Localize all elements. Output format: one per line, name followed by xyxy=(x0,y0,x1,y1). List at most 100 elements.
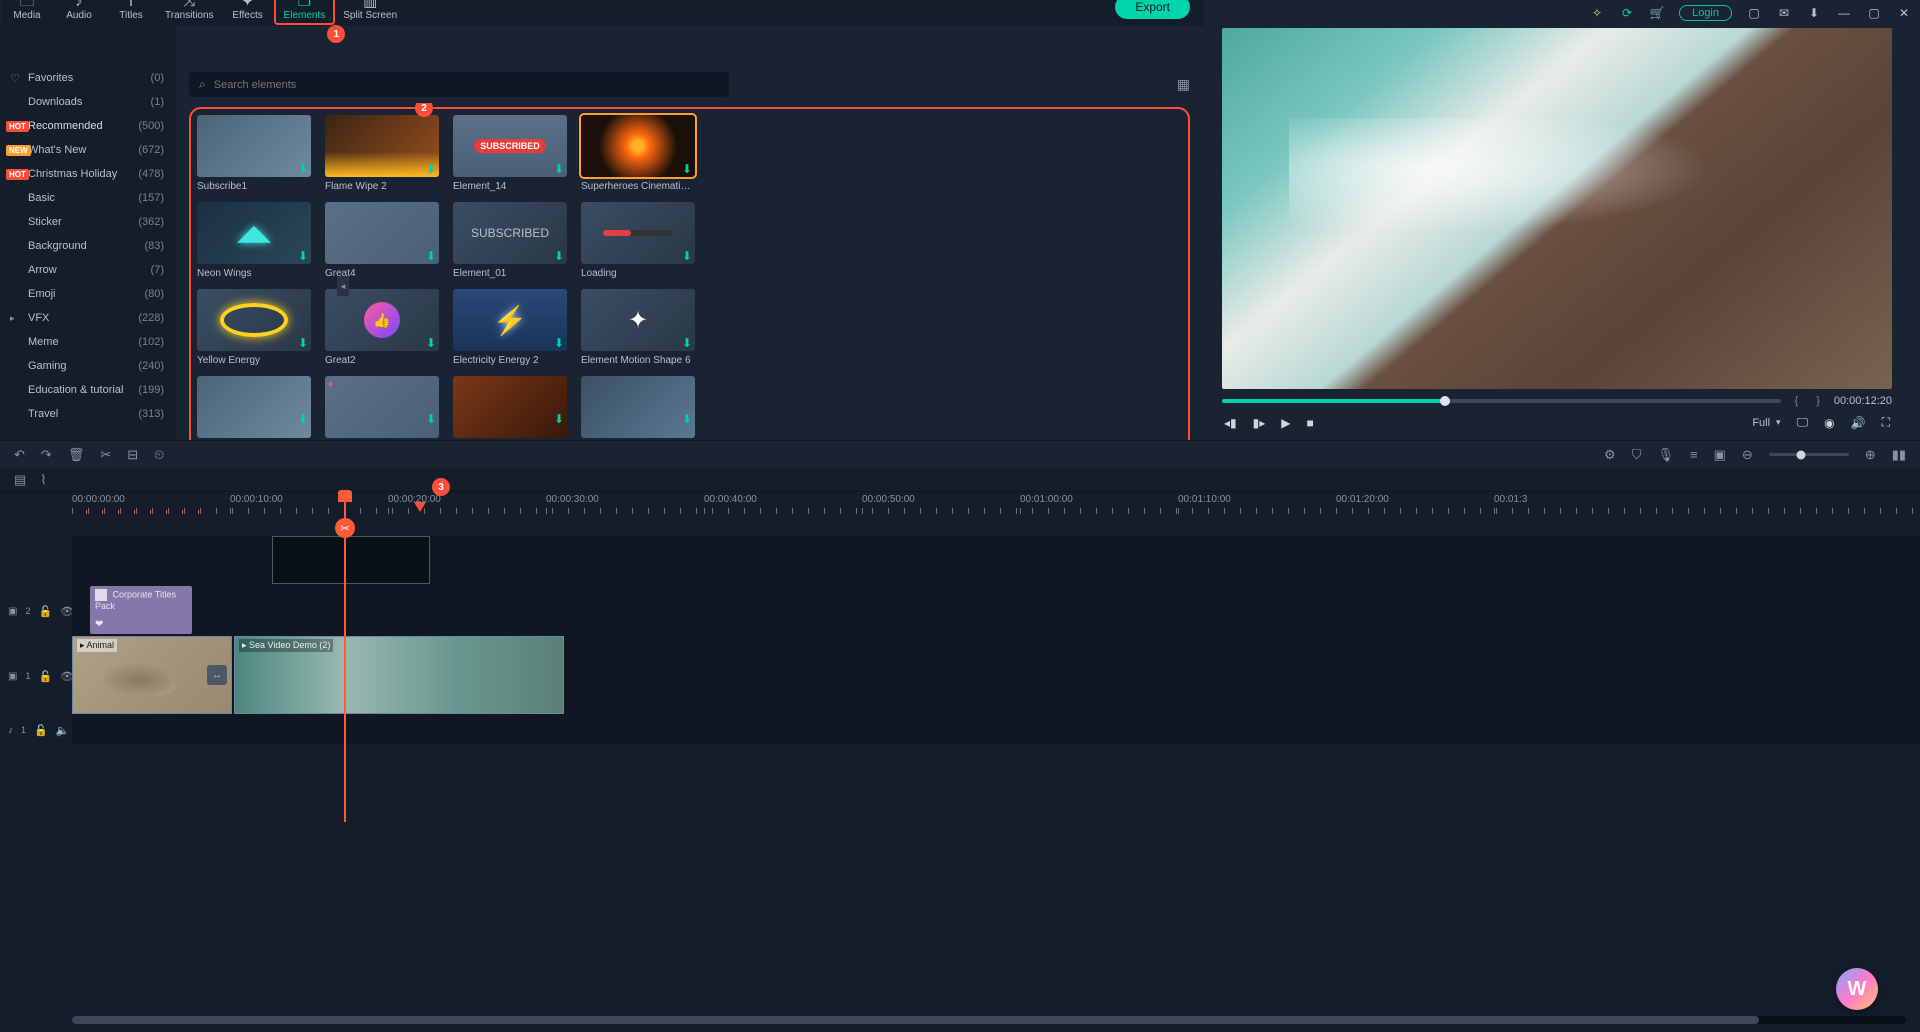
mixer-icon[interactable]: ≡ xyxy=(1690,447,1698,462)
tab-transitions[interactable]: ⤨ Transitions xyxy=(157,0,222,25)
timeline-horizontal-scrollbar[interactable] xyxy=(72,1016,1906,1024)
render-icon[interactable]: ⚙ xyxy=(1604,447,1616,463)
tab-effects[interactable]: ✦ Effects xyxy=(222,0,274,25)
tab-media[interactable]: 🗀 Media xyxy=(1,0,53,25)
in-bracket[interactable]: { xyxy=(1791,395,1803,407)
preview-quality-select[interactable]: Full ▾ xyxy=(1752,417,1780,429)
stop-button[interactable]: ■ xyxy=(1307,416,1314,430)
download-icon[interactable]: ⬇ xyxy=(682,249,692,263)
split-button[interactable]: ✂ xyxy=(100,447,111,463)
track-body[interactable] xyxy=(72,716,1920,744)
element-card[interactable]: SUBSCRIBED⬇Element_14 xyxy=(453,115,567,192)
sidebar-item-travel[interactable]: Travel (313) xyxy=(0,402,174,426)
element-card[interactable]: ⬇Loading xyxy=(581,202,695,279)
sidebar-item-favorites[interactable]: ♡ Favorites (0) xyxy=(0,66,174,90)
login-button[interactable]: Login xyxy=(1679,5,1732,21)
tips-icon[interactable]: ✧ xyxy=(1589,5,1605,21)
support-icon[interactable]: ⟳ xyxy=(1619,5,1635,21)
search-input[interactable] xyxy=(214,79,719,91)
window-maximize-button[interactable]: ▢ xyxy=(1866,5,1882,21)
snapshot-icon[interactable]: ◉ xyxy=(1824,416,1834,430)
preview-scrub-track[interactable] xyxy=(1222,399,1781,403)
sidebar-item-emoji[interactable]: Emoji (80) xyxy=(0,282,174,306)
window-minimize-button[interactable]: — xyxy=(1836,5,1852,21)
notification-icon[interactable]: ✉ xyxy=(1776,5,1792,21)
download-icon[interactable]: ⬇ xyxy=(426,249,436,263)
download-icon[interactable]: ⬇ xyxy=(682,336,692,350)
scissors-icon[interactable]: ✂ xyxy=(335,518,355,538)
save-icon[interactable]: ▢ xyxy=(1746,5,1762,21)
sidebar-item-whatsnew[interactable]: NEW What's New (672) xyxy=(0,138,174,162)
track-body[interactable] xyxy=(72,536,1920,586)
element-card[interactable]: ⬇Flame Wipe 2 xyxy=(325,115,439,192)
element-card[interactable]: ⬇ xyxy=(581,376,695,440)
out-bracket[interactable]: } xyxy=(1812,395,1824,407)
download-icon[interactable]: ⬇ xyxy=(298,162,308,176)
window-close-button[interactable]: ✕ xyxy=(1896,5,1912,21)
zoom-slider[interactable] xyxy=(1769,453,1849,456)
download-icon[interactable]: ⬇ xyxy=(1806,5,1822,21)
transition-icon[interactable]: ↔ xyxy=(207,665,227,685)
grid-view-toggle-icon[interactable]: ▦ xyxy=(1177,76,1190,93)
element-card[interactable]: ⬇♦ xyxy=(325,376,439,440)
sidebar-item-gaming[interactable]: Gaming (240) xyxy=(0,354,174,378)
next-frame-button[interactable]: ▮▸ xyxy=(1253,416,1266,430)
element-card[interactable]: ⬇Superheroes Cinematic ... xyxy=(581,115,695,192)
undo-button[interactable]: ↶ xyxy=(14,447,25,463)
volume-icon[interactable]: 🔊 xyxy=(1851,416,1866,430)
element-card[interactable]: SUBSCRIBED⬇Element_01 xyxy=(453,202,567,279)
preview-scrub-knob[interactable] xyxy=(1440,396,1450,406)
delete-button[interactable]: 🗑 xyxy=(68,447,85,463)
lock-icon[interactable]: 🔓 xyxy=(34,724,48,737)
cart-icon[interactable]: 🛒 xyxy=(1649,5,1665,21)
playhead[interactable]: ✂ 3 xyxy=(344,492,346,822)
download-icon[interactable]: ⬇ xyxy=(426,336,436,350)
sidebar-item-education[interactable]: Education & tutorial (199) xyxy=(0,378,174,402)
help-bubble-button[interactable]: W xyxy=(1836,968,1878,1010)
sidebar-item-christmas[interactable]: HOT Christmas Holiday (478) xyxy=(0,162,174,186)
download-icon[interactable]: ⬇ xyxy=(682,162,692,176)
lock-icon[interactable]: 🔓 xyxy=(38,670,52,683)
track-body[interactable]: ▸ Animal ↔ ▸ Sea Video Demo (2) xyxy=(72,636,1920,716)
sidebar-item-sticker[interactable]: Sticker (362) xyxy=(0,210,174,234)
element-card[interactable]: ⬇Yellow Energy xyxy=(197,289,311,366)
sidebar-item-recommended[interactable]: HOT Recommended (500) xyxy=(0,114,174,138)
element-card[interactable]: ⬇Subscribe1 xyxy=(197,115,311,192)
preview-video-canvas[interactable] xyxy=(1222,28,1892,389)
tab-titles[interactable]: T Titles xyxy=(105,0,157,25)
mute-icon[interactable]: 🔈 xyxy=(56,724,70,737)
element-card[interactable]: ⬇ xyxy=(453,376,567,440)
download-icon[interactable]: ⬇ xyxy=(554,162,564,176)
download-icon[interactable]: ⬇ xyxy=(426,162,436,176)
clip-title[interactable]: Corporate Titles Pack ❤ xyxy=(90,586,192,634)
play-button[interactable]: ▶ xyxy=(1281,416,1290,430)
element-card[interactable]: ⬇ xyxy=(197,376,311,440)
clip-video-sea[interactable]: ▸ Sea Video Demo (2) xyxy=(234,636,564,714)
element-card[interactable]: ⬇Great2 xyxy=(325,289,439,366)
shield-icon[interactable]: ⛉ xyxy=(1632,447,1642,463)
track-manager-icon[interactable]: ▤ xyxy=(14,472,26,488)
download-icon[interactable]: ⬇ xyxy=(554,412,564,426)
tab-audio[interactable]: ♪ Audio xyxy=(53,0,105,25)
download-icon[interactable]: ⬇ xyxy=(298,249,308,263)
sidebar-item-arrow[interactable]: Arrow (7) xyxy=(0,258,174,282)
download-icon[interactable]: ⬇ xyxy=(298,412,308,426)
sidebar-collapse-button[interactable]: ◂ xyxy=(337,276,349,296)
sidebar-item-downloads[interactable]: Downloads (1) xyxy=(0,90,174,114)
download-icon[interactable]: ⬇ xyxy=(554,336,564,350)
export-button[interactable]: Export xyxy=(1115,0,1190,19)
sidebar-item-meme[interactable]: Meme (102) xyxy=(0,330,174,354)
tab-splitscreen[interactable]: ▥ Split Screen xyxy=(335,0,405,25)
element-card[interactable]: ⬇Electricity Energy 2 xyxy=(453,289,567,366)
download-icon[interactable]: ⬇ xyxy=(682,412,692,426)
tab-elements[interactable]: ❐ Elements 1 xyxy=(274,0,336,25)
monitor-icon[interactable]: 🖵 xyxy=(1797,415,1809,430)
sidebar-item-basic[interactable]: Basic (157) xyxy=(0,186,174,210)
lock-icon[interactable]: 🔓 xyxy=(38,605,52,618)
clip-video-animal[interactable]: ▸ Animal ↔ xyxy=(72,636,232,714)
element-card[interactable]: ⬇Great4 xyxy=(325,202,439,279)
element-drop-zone[interactable] xyxy=(272,536,430,584)
speed-button[interactable]: ⏲ xyxy=(154,447,164,463)
track-body[interactable]: Corporate Titles Pack ❤ xyxy=(72,586,1920,636)
download-icon[interactable]: ⬇ xyxy=(554,249,564,263)
